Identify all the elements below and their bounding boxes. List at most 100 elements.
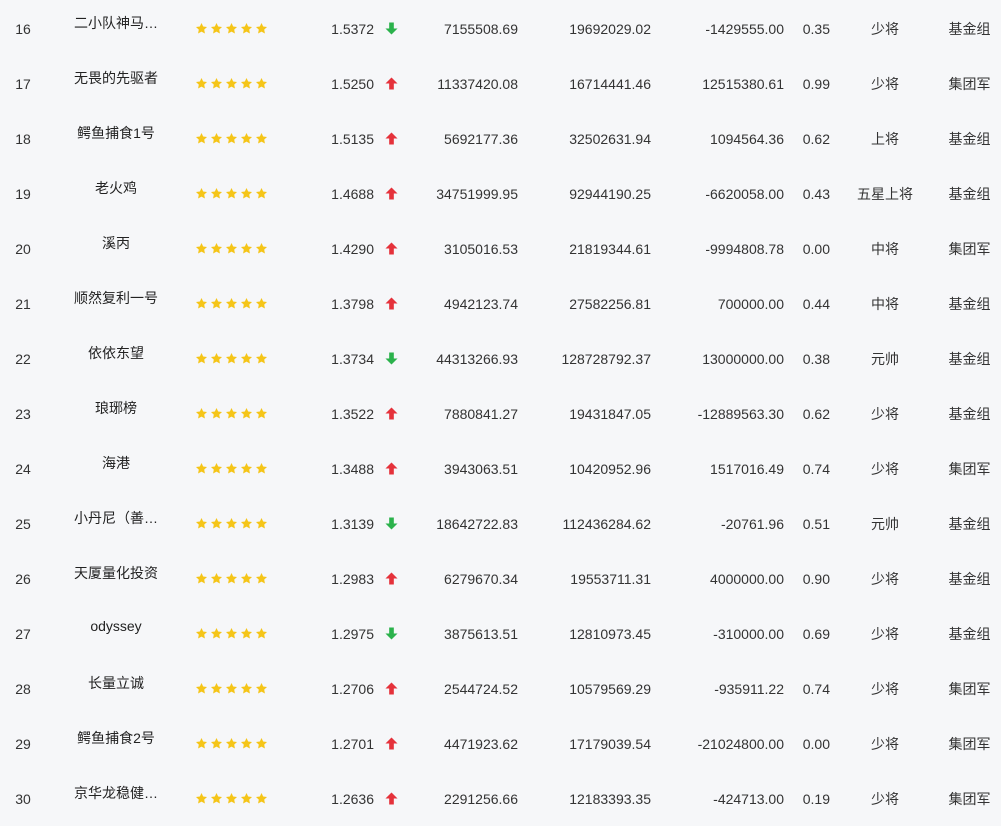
- asset-value: 4471923.62: [444, 735, 518, 752]
- arrow-up-icon: [383, 166, 399, 221]
- flow-value: -20761.96: [720, 515, 784, 532]
- rating-stars: [195, 551, 271, 606]
- arrow-up-icon: [383, 716, 399, 771]
- asset-value: 3943063.51: [444, 460, 518, 477]
- star-icon: [195, 297, 208, 310]
- rating-stars: [195, 661, 271, 716]
- level-badge: 少将: [871, 570, 899, 587]
- table-row[interactable]: 29 鳄鱼捕食2号 1.2701 4471923.62 17179039.54 -2102…: [0, 716, 1001, 771]
- table-row[interactable]: 25 小丹尼（善… 1.3139 18642722.83 112436284.62 -20…: [0, 496, 1001, 551]
- table-row[interactable]: 18 鳄鱼捕食1号 1.5135 5692177.36 32502631.94 10945…: [0, 111, 1001, 166]
- star-icon: [255, 132, 268, 145]
- total-value: 32502631.94: [569, 130, 651, 147]
- level-badge: 上将: [871, 130, 899, 147]
- star-icon: [210, 132, 223, 145]
- group-label: 集团军: [948, 460, 991, 477]
- table-row[interactable]: 17 无畏的先驱者 1.5250 11337420.08 16714441.46 1251…: [0, 56, 1001, 111]
- star-icon: [225, 187, 238, 200]
- fund-name-link[interactable]: 鳄鱼捕食2号: [64, 716, 168, 771]
- level-badge: 少将: [871, 460, 899, 477]
- fund-name-link[interactable]: 无畏的先驱者: [64, 56, 168, 111]
- table-row[interactable]: 19 老火鸡 1.4688 34751999.95 92944190.25 -662005…: [0, 166, 1001, 221]
- group-label: 基金组: [948, 625, 991, 642]
- nav-value: 1.2975: [331, 625, 374, 642]
- rank-cell: 30: [15, 790, 31, 807]
- group-label: 基金组: [948, 20, 991, 37]
- rating-stars: [195, 276, 271, 331]
- star-icon: [195, 242, 208, 255]
- table-row[interactable]: 28 长量立诚 1.2706 2544724.52 10579569.29 -935911…: [0, 661, 1001, 716]
- table-row[interactable]: 20 溪丙 1.4290 3105016.53 21819344.61 -9994808.…: [0, 221, 1001, 276]
- fund-name-link[interactable]: 天厦量化投资: [64, 551, 168, 606]
- total-value: 12810973.45: [569, 625, 651, 642]
- flow-value: 12515380.61: [702, 75, 784, 92]
- total-value: 19692029.02: [569, 20, 651, 37]
- fund-name-link[interactable]: 海港: [64, 441, 168, 496]
- table-row[interactable]: 21 顺然复利一号 1.3798 4942123.74 27582256.81 70000…: [0, 276, 1001, 331]
- group-label: 集团军: [948, 790, 991, 807]
- table-row[interactable]: 30 京华龙稳健… 1.2636 2291256.66 12183393.35 -4247…: [0, 771, 1001, 826]
- star-icon: [195, 572, 208, 585]
- star-icon: [195, 352, 208, 365]
- fund-name-link[interactable]: 老火鸡: [64, 166, 168, 221]
- fund-name-link[interactable]: odyssey: [64, 606, 168, 661]
- rank-cell: 29: [15, 735, 31, 752]
- flow-value: -6620058.00: [705, 185, 784, 202]
- fund-name-link[interactable]: 依依东望: [64, 331, 168, 386]
- star-icon: [195, 77, 208, 90]
- rank-cell: 25: [15, 515, 31, 532]
- star-icon: [210, 572, 223, 585]
- fund-name-link[interactable]: 小丹尼（善…: [64, 496, 168, 551]
- star-icon: [210, 297, 223, 310]
- fund-name-link[interactable]: 琅琊榜: [64, 386, 168, 441]
- fund-name-link[interactable]: 溪丙: [64, 221, 168, 276]
- nav-value: 1.3798: [331, 295, 374, 312]
- table-row[interactable]: 22 依依东望 1.3734 44313266.93 128728792.37 13000…: [0, 331, 1001, 386]
- arrow-up-icon: [383, 441, 399, 496]
- fund-name-link[interactable]: 顺然复利一号: [64, 276, 168, 331]
- level-badge: 中将: [871, 240, 899, 257]
- flow-value: 1094564.36: [710, 130, 784, 147]
- star-icon: [240, 737, 253, 750]
- star-icon: [210, 242, 223, 255]
- star-icon: [225, 22, 238, 35]
- ranking-table: 16 二小队神马… 1.5372 7155508.69 19692029.02 -1429…: [0, 0, 1001, 813]
- star-icon: [225, 242, 238, 255]
- star-icon: [255, 22, 268, 35]
- asset-value: 5692177.36: [444, 130, 518, 147]
- star-icon: [210, 737, 223, 750]
- star-icon: [210, 22, 223, 35]
- star-icon: [240, 572, 253, 585]
- table-row[interactable]: 23 琅琊榜 1.3522 7880841.27 19431847.05 -1288956…: [0, 386, 1001, 441]
- level-badge: 少将: [871, 405, 899, 422]
- nav-value: 1.2706: [331, 680, 374, 697]
- star-icon: [255, 572, 268, 585]
- flow-value: -1429555.00: [705, 20, 784, 37]
- star-icon: [225, 682, 238, 695]
- table-row[interactable]: 26 天厦量化投资 1.2983 6279670.34 19553711.31 40000…: [0, 551, 1001, 606]
- table-row[interactable]: 24 海港 1.3488 3943063.51 10420952.96 1517016.4…: [0, 441, 1001, 496]
- star-icon: [195, 682, 208, 695]
- fund-name-link[interactable]: 鳄鱼捕食1号: [64, 111, 168, 166]
- nav-value: 1.4290: [331, 240, 374, 257]
- arrow-down-icon: [383, 1, 399, 56]
- fund-name-link[interactable]: 二小队神马…: [64, 1, 168, 56]
- nav-value: 1.3139: [331, 515, 374, 532]
- star-icon: [210, 462, 223, 475]
- table-row[interactable]: 16 二小队神马… 1.5372 7155508.69 19692029.02 -1429…: [0, 1, 1001, 56]
- rating-stars: [195, 331, 271, 386]
- level-badge: 少将: [871, 20, 899, 37]
- arrow-up-icon: [383, 661, 399, 716]
- star-icon: [210, 187, 223, 200]
- star-icon: [195, 22, 208, 35]
- star-icon: [195, 517, 208, 530]
- rank-cell: 21: [15, 295, 31, 312]
- fund-name-link[interactable]: 长量立诚: [64, 661, 168, 716]
- group-label: 集团军: [948, 75, 991, 92]
- fund-name-link[interactable]: 京华龙稳健…: [64, 771, 168, 826]
- group-label: 基金组: [948, 405, 991, 422]
- table-row[interactable]: 27 odyssey 1.2975 3875613.51 12810973.45 -310…: [0, 606, 1001, 661]
- total-value: 128728792.37: [561, 350, 651, 367]
- group-label: 基金组: [948, 570, 991, 587]
- rating-stars: [195, 386, 271, 441]
